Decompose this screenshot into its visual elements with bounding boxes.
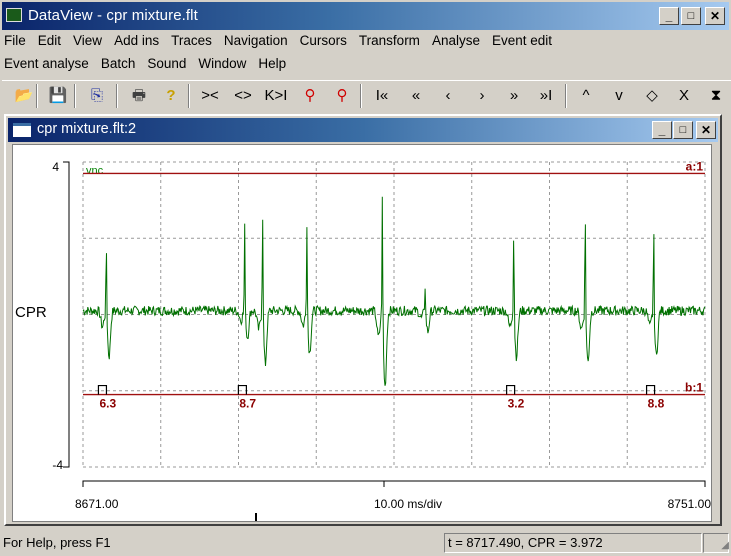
close-button[interactable]: ✕ [705,7,725,25]
zoom-in-time-icon[interactable]: >< [198,85,222,107]
help-icon[interactable]: ? [159,85,183,107]
menu-cursors[interactable]: Cursors [300,33,347,48]
x-axis-line [82,480,706,487]
fit-time-icon[interactable]: K>I [264,85,288,107]
event-marker [97,384,108,395]
event-label: 3.2 [508,397,525,411]
menu-add-ins[interactable]: Add ins [114,33,159,48]
toolbar-separator [565,84,567,108]
status-readout: t = 8717.490, CPR = 3.972 [444,533,702,553]
menu-sound[interactable]: Sound [147,56,186,71]
cursor-a-label: a:1 [686,159,704,173]
y-bottom-label: -4 [52,458,63,472]
menu-navigation[interactable]: Navigation [224,33,288,48]
event-marker [506,384,516,395]
x-start-label: 8671.00 [75,497,119,511]
event-label: 8.7 [239,397,256,411]
event-marker [645,384,656,395]
x-end-label: 8751.00 [668,497,712,511]
trace-chart[interactable]: 4 -4 CPR vnc a:1 b:1 6.3 8.7 3.2 8.8 8671.00 10.00 … [13,145,713,523]
menu-edit[interactable]: Edit [38,33,61,48]
menu-transform[interactable]: Transform [359,33,420,48]
compress-vertical-icon[interactable]: X [672,85,696,107]
scale-down-icon[interactable]: v [607,85,631,107]
trace-line [82,196,706,386]
status-bar: For Help, press F1 t = 8717.490, CPR = 3… [0,530,731,556]
toolbar-separator [188,84,190,108]
menu-analyse[interactable]: Analyse [432,33,480,48]
toolbar-separator [116,84,118,108]
menu-row-2: Event analyse Batch Sound Window Help [4,56,298,71]
toolbar-separator [360,84,362,108]
zoom-out-time-icon[interactable]: <> [231,85,255,107]
x-scale-label: 10.00 ms/div [374,497,442,511]
menu-event-analyse[interactable]: Event analyse [4,56,89,71]
status-help: For Help, press F1 [3,535,111,550]
menu-row-1: File Edit View Add ins Traces Navigation Curso… [4,33,564,48]
expand-vertical-icon[interactable]: ◇ [640,85,664,107]
child-window: cpr mixture.flt:2 _ □ ✕ 4 -4 CPR vnc a:1 b:1 6… [4,114,722,526]
child-close-button[interactable]: ✕ [696,121,716,139]
child-title: cpr mixture.flt:2 [37,121,137,137]
menu-batch[interactable]: Batch [101,56,136,71]
menu-help[interactable]: Help [258,56,286,71]
scale-up-icon[interactable]: ^ [574,85,598,107]
cursor-b-label: b:1 [685,381,703,395]
step-forward-icon[interactable]: › [470,85,494,107]
page-forward-icon[interactable]: » [502,85,526,107]
fit-vertical-icon[interactable]: ⧗ [704,85,728,107]
event-label: 8.8 [648,397,665,411]
open-folder-icon[interactable]: 📂 [12,85,36,107]
page-back-icon[interactable]: « [404,85,428,107]
y-top-label: 4 [52,160,59,174]
event-label: 6.3 [99,397,116,411]
save-icon[interactable]: 💾 [46,85,70,107]
app-titlebar: DataView - cpr mixture.flt _ □ ✕ [0,0,731,30]
toolbar: 📂 💾 ⎘ 🖶? >< <> K>I ⚲ ⚲ I« « ‹ › » »I ^ v ◇ X ⧗ [2,80,731,112]
minimize-button[interactable]: _ [659,7,679,25]
child-maximize-button[interactable]: □ [673,121,693,139]
menu-window[interactable]: Window [198,56,246,71]
copy-icon[interactable]: ⎘ [85,85,109,107]
y-axis-bracket [63,161,70,468]
menu-file[interactable]: File [4,33,26,48]
toolbar-separator [74,84,76,108]
app-icon [6,8,22,22]
go-end-icon[interactable]: »I [534,85,558,107]
app-title: DataView - cpr mixture.flt [28,7,198,24]
step-back-icon[interactable]: ‹ [436,85,460,107]
menu-view[interactable]: View [73,33,102,48]
window-icon [13,123,31,137]
event-marker [237,384,247,395]
trace-name: CPR [15,304,47,321]
zoom-horizontal-icon[interactable]: ⚲ [298,85,322,107]
zoom-vertical-icon[interactable]: ⚲ [330,85,354,107]
trace-label: vnc [86,165,104,177]
resize-grip-icon[interactable]: ◢ [721,540,729,551]
go-start-icon[interactable]: I« [370,85,394,107]
trace-view[interactable]: 4 -4 CPR vnc a:1 b:1 6.3 8.7 3.2 8.8 8671.00 10.00 … [12,144,712,522]
toolbar-separator [36,84,38,108]
maximize-button[interactable]: □ [681,7,701,25]
menu-traces[interactable]: Traces [171,33,212,48]
child-minimize-button[interactable]: _ [652,121,672,139]
menu-event-edit[interactable]: Event edit [492,33,552,48]
child-titlebar: cpr mixture.flt:2 _ □ ✕ [8,118,718,142]
print-icon[interactable]: 🖶 [127,85,151,107]
